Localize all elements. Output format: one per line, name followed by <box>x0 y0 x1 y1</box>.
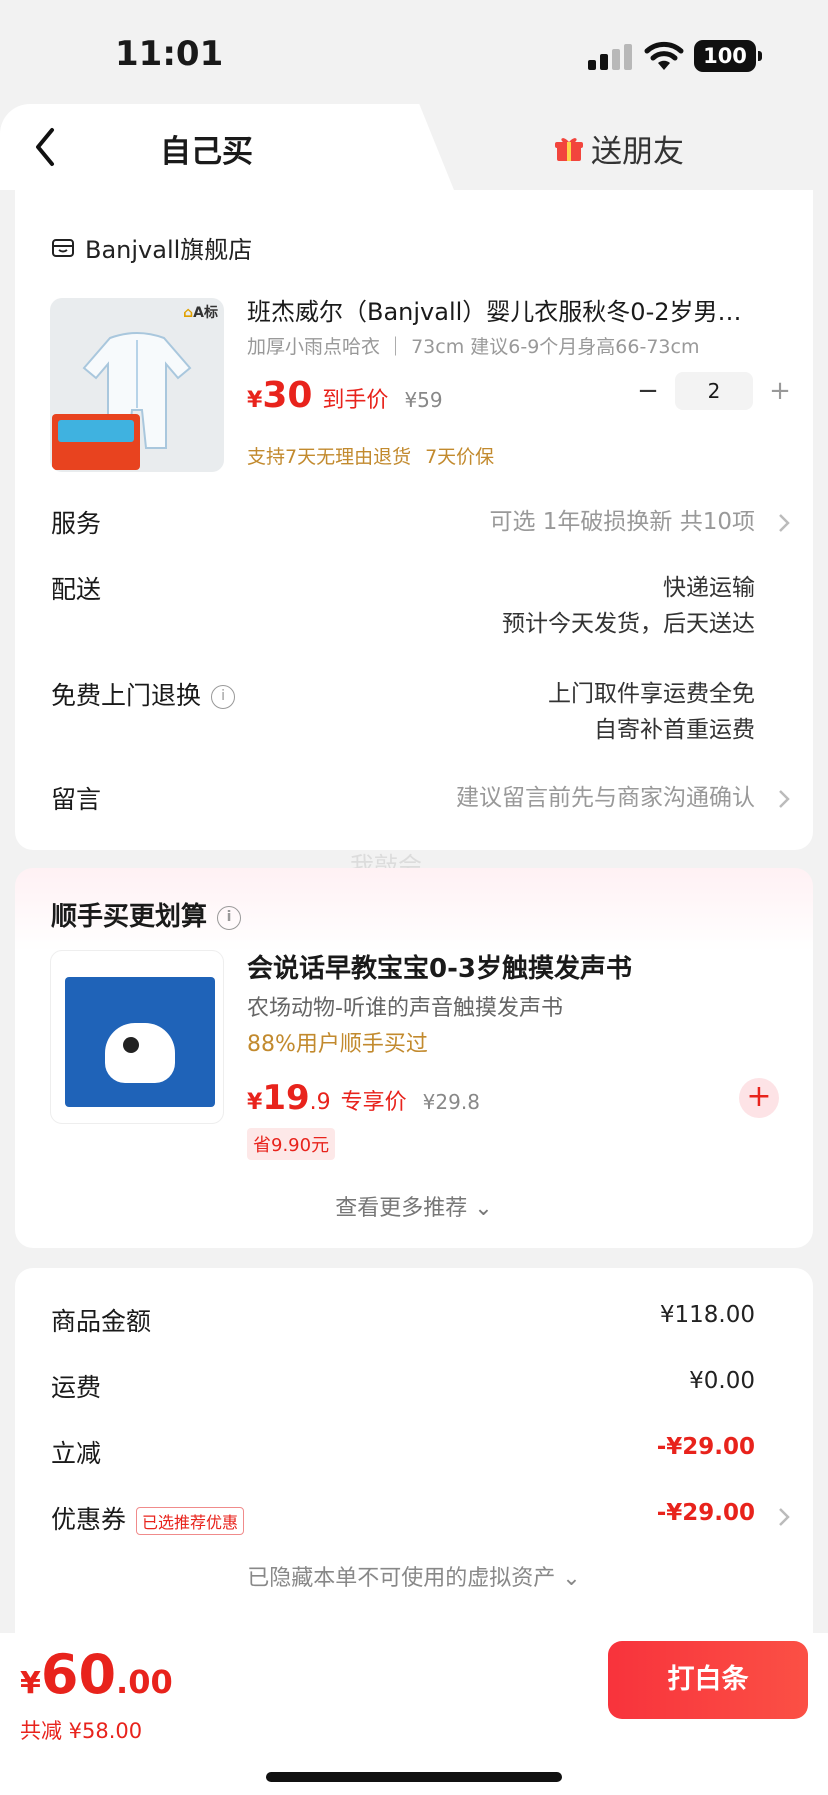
status-bar: 11:01 100 <box>0 0 828 104</box>
total-price-dec: .00 <box>116 1663 173 1701</box>
recommend-product-image[interactable] <box>50 950 224 1124</box>
total-price-int: 60 <box>40 1643 117 1706</box>
return-pickup-text: 上门取件享运费全免 <box>548 681 755 707</box>
store-name-row[interactable]: Banjvall旗舰店 <box>51 230 252 265</box>
product-price: ¥ 30 到手价 ¥59 <box>247 375 443 416</box>
service-label: 服务 <box>51 509 102 538</box>
recommend-product-name[interactable]: 会说话早教宝宝0-3岁触摸发声书 <box>247 948 632 985</box>
final-price: 30 <box>262 375 313 416</box>
info-icon[interactable]: i <box>211 685 236 709</box>
shipping-row: 运费 ¥0.00 <box>51 1368 791 1404</box>
message-label: 留言 <box>51 785 102 814</box>
home-indicator <box>266 1772 562 1782</box>
recommend-product-subtitle: 农场动物-听谁的声音触摸发声书 <box>247 996 563 1021</box>
free-return-label: 免费上门退换 <box>51 681 202 710</box>
goods-amount-label: 商品金额 <box>51 1307 152 1336</box>
service-value: 可选 1年破损换新 共10项 <box>489 509 755 535</box>
tab-self-buy-label[interactable]: 自己买 <box>160 126 253 171</box>
battery-icon: 100 <box>694 40 762 72</box>
checkout-bar: ¥ 60 .00 共减 ¥58.00 打白条 <box>0 1633 828 1795</box>
decrease-quantity-button[interactable]: − <box>633 376 663 406</box>
recommend-purchase-rate: 88%用户顺手买过 <box>247 1032 428 1057</box>
exclusive-price-label: 专享价 <box>340 1090 407 1115</box>
goods-amount-value: ¥118.00 <box>659 1302 755 1328</box>
return-self-ship-text: 自寄补首重运费 <box>594 717 755 743</box>
delivery-row[interactable]: 配送 快递运输 预计今天发货，后天送达 <box>51 570 791 650</box>
shipping-value: ¥0.00 <box>689 1368 755 1394</box>
hidden-assets-toggle[interactable]: 已隐藏本单不可使用的虚拟资产 ⌄ <box>15 1560 813 1592</box>
product-title[interactable]: 班杰威尔（Banjvall）婴儿衣服秋冬0-2岁男… <box>247 292 787 327</box>
message-row[interactable]: 留言 建议留言前先与商家沟通确认 <box>51 780 791 820</box>
chevron-right-icon <box>779 790 790 808</box>
price-summary-card: 商品金额 ¥118.00 运费 ¥0.00 立减 -¥29.00 优惠券 已选推荐… <box>15 1268 813 1658</box>
currency-symbol: ¥ <box>247 388 263 413</box>
quantity-input[interactable]: 2 <box>675 372 753 410</box>
wifi-icon <box>644 41 684 70</box>
instant-discount-label: 立减 <box>51 1439 102 1468</box>
add-on-recommendation-card: 顺手买更划算 i 会说话早教宝宝0-3岁触摸发声书 农场动物-听谁的声音触摸发声书… <box>15 868 813 1248</box>
coupon-value: -¥29.00 <box>656 1500 755 1526</box>
noop <box>51 442 791 482</box>
coupon-recommended-tag: 已选推荐优惠 <box>136 1507 245 1535</box>
recommend-original-price: ¥29.8 <box>422 1090 480 1114</box>
info-icon[interactable]: i <box>217 905 242 930</box>
final-price-label: 到手价 <box>322 388 389 413</box>
recommend-price-int: 19 <box>262 1078 310 1118</box>
savings-badge: 省9.90元 <box>247 1128 336 1160</box>
coupon-row[interactable]: 优惠券 已选推荐优惠 -¥29.00 <box>51 1500 791 1536</box>
chevron-right-icon <box>779 1508 790 1526</box>
free-return-row[interactable]: 免费上门退换 i 上门取件享运费全免 自寄补首重运费 <box>51 676 791 756</box>
tab-gift-friend-label: 送朋友 <box>591 134 684 170</box>
status-time: 11:01 <box>115 34 224 74</box>
currency-symbol: ¥ <box>247 1090 263 1115</box>
service-row[interactable]: 服务 可选 1年破损换新 共10项 <box>51 504 791 544</box>
recommend-title: 顺手买更划算 <box>51 902 208 932</box>
pay-with-baitiao-button[interactable]: 打白条 <box>608 1641 808 1719</box>
increase-quantity-button[interactable]: + <box>765 376 795 406</box>
chevron-right-icon <box>779 514 790 532</box>
gift-icon <box>555 137 583 161</box>
recommend-price-dec: .9 <box>309 1090 331 1115</box>
view-more-recommendations[interactable]: 查看更多推荐 ⌄ <box>15 1190 813 1222</box>
product-spec[interactable]: 加厚小雨点哈衣 ｜ 73cm 建议6-9个月身高66-73cm <box>247 332 699 359</box>
instant-discount-value: -¥29.00 <box>656 1434 755 1460</box>
tab-gift-friend[interactable]: 送朋友 <box>555 126 684 171</box>
delivery-method: 快递运输 <box>663 575 755 601</box>
a-grade-badge: ⌂A标 <box>183 305 218 321</box>
instant-discount-row: 立减 -¥29.00 <box>51 1434 791 1470</box>
cow-book-icon <box>65 977 215 1107</box>
message-hint: 建议留言前先与商家沟通确认 <box>456 785 755 811</box>
recommend-price: ¥ 19 .9 专享价 ¥29.8 <box>247 1078 480 1118</box>
back-icon[interactable] <box>30 124 60 170</box>
purchase-tabs: 自己买 送朋友 <box>0 104 828 190</box>
quantity-stepper: − 2 + <box>633 372 795 410</box>
store-name: Banjvall旗舰店 <box>85 236 253 264</box>
original-price: ¥59 <box>404 388 443 412</box>
coupon-label: 优惠券 <box>51 1505 127 1534</box>
shipping-label: 运费 <box>51 1373 102 1402</box>
delivery-eta: 预计今天发货，后天送达 <box>502 611 755 637</box>
store-icon <box>52 238 74 257</box>
total-price: ¥ 60 .00 <box>20 1643 173 1706</box>
total-saved[interactable]: 共减 ¥58.00 <box>20 1715 142 1745</box>
delivery-label: 配送 <box>51 575 102 604</box>
cellular-signal-icon <box>588 44 632 70</box>
currency-symbol: ¥ <box>20 1666 41 1701</box>
add-recommendation-button[interactable]: + <box>739 1078 779 1118</box>
goods-amount-row: 商品金额 ¥118.00 <box>51 1302 791 1338</box>
